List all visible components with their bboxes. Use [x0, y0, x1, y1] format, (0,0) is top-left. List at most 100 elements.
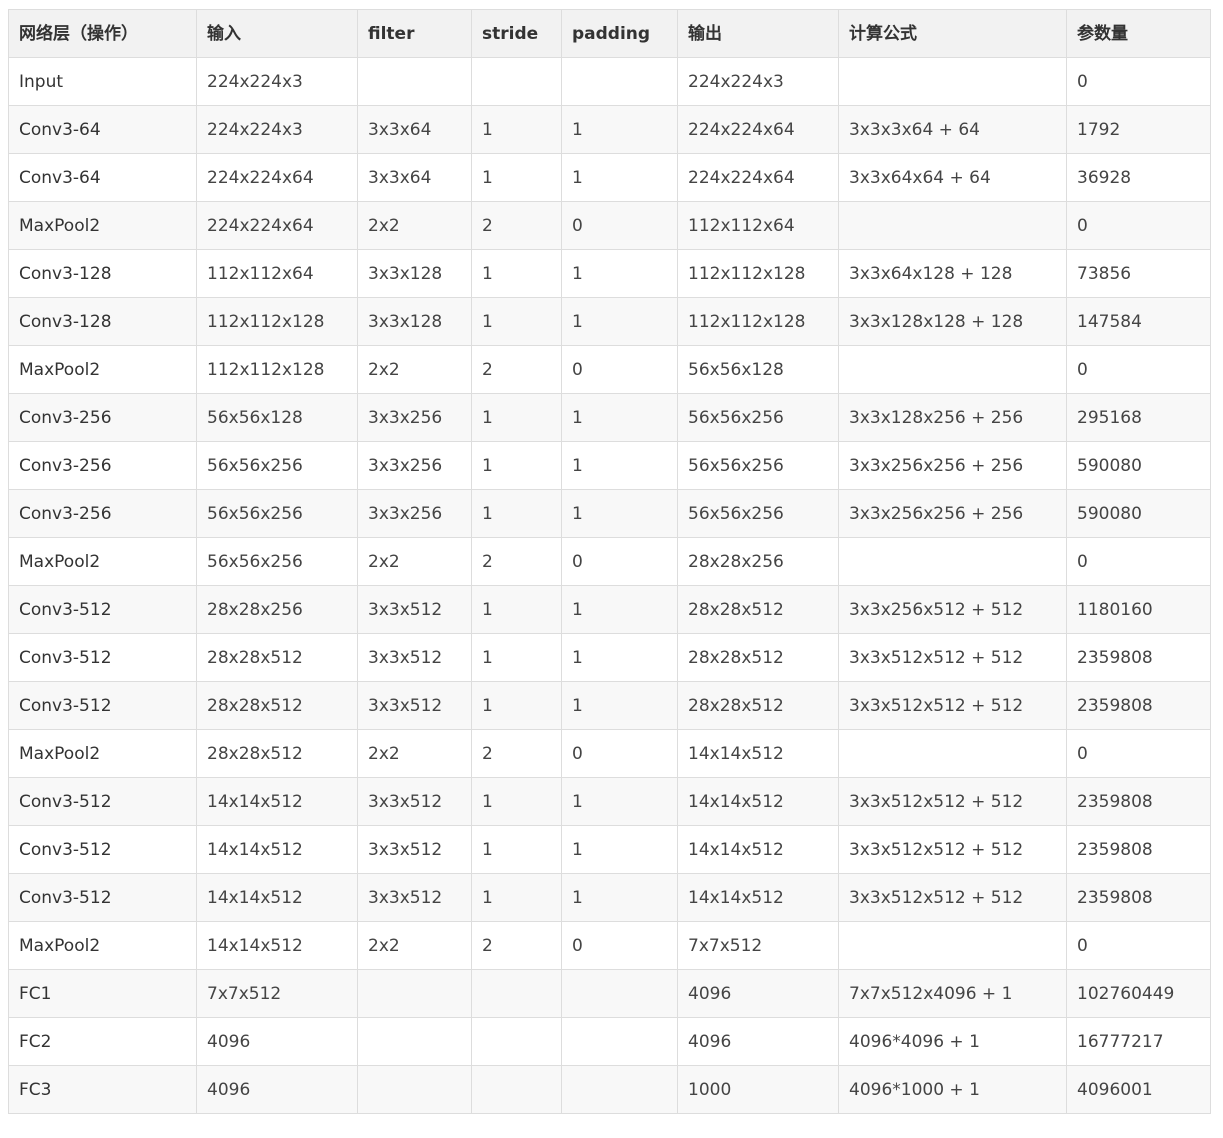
formula-cell [838, 537, 1067, 586]
output-cell: 1000 [677, 1065, 839, 1114]
param-count-cell: 0 [1066, 921, 1211, 970]
padding-cell: 0 [561, 201, 678, 250]
stride-cell: 1 [471, 489, 562, 538]
table-row: Conv3-512 28x28x512 3x3x512 1 1 28x28x512 3x3x… [8, 681, 1211, 730]
param-count-cell: 590080 [1066, 489, 1211, 538]
layer-cell: FC2 [8, 1017, 197, 1066]
output-cell: 28x28x256 [677, 537, 839, 586]
padding-cell: 1 [561, 441, 678, 490]
padding-cell: 0 [561, 729, 678, 778]
param-count-cell: 0 [1066, 201, 1211, 250]
param-count-cell: 2359808 [1066, 633, 1211, 682]
param-count-cell: 102760449 [1066, 969, 1211, 1018]
input-cell: 4096 [196, 1017, 358, 1066]
header-param-count: 参数量 [1066, 9, 1211, 58]
input-cell: 112x112x64 [196, 249, 358, 298]
formula-cell: 3x3x3x64 + 64 [838, 105, 1067, 154]
output-cell: 112x112x128 [677, 249, 839, 298]
header-formula: 计算公式 [838, 9, 1067, 58]
filter-cell [357, 969, 472, 1018]
table-row: Conv3-512 14x14x512 3x3x512 1 1 14x14x512 3x3x… [8, 777, 1211, 826]
formula-cell [838, 345, 1067, 394]
input-cell: 28x28x512 [196, 633, 358, 682]
filter-cell: 3x3x512 [357, 873, 472, 922]
padding-cell: 1 [561, 681, 678, 730]
formula-cell: 4096*1000 + 1 [838, 1065, 1067, 1114]
table-header: 网络层（操作） 输入 filter stride padding 输出 计算公式… [8, 9, 1211, 58]
layer-cell: Conv3-64 [8, 105, 197, 154]
padding-cell: 1 [561, 393, 678, 442]
param-count-cell: 16777217 [1066, 1017, 1211, 1066]
formula-cell: 3x3x256x256 + 256 [838, 441, 1067, 490]
param-count-cell: 590080 [1066, 441, 1211, 490]
formula-cell: 3x3x512x512 + 512 [838, 777, 1067, 826]
output-cell: 224x224x64 [677, 105, 839, 154]
stride-cell: 1 [471, 249, 562, 298]
filter-cell [357, 1017, 472, 1066]
header-layer: 网络层（操作） [8, 9, 197, 58]
table-body: Input 224x224x3 224x224x3 0 Conv3-64 224x224x… [8, 57, 1211, 1114]
filter-cell: 3x3x64 [357, 153, 472, 202]
padding-cell: 1 [561, 585, 678, 634]
filter-cell: 3x3x128 [357, 249, 472, 298]
table-row: Conv3-512 14x14x512 3x3x512 1 1 14x14x512 3x3x… [8, 825, 1211, 874]
layer-cell: Conv3-512 [8, 777, 197, 826]
stride-cell: 2 [471, 201, 562, 250]
input-cell: 224x224x3 [196, 105, 358, 154]
padding-cell: 1 [561, 297, 678, 346]
stride-cell: 1 [471, 633, 562, 682]
header-output: 输出 [677, 9, 839, 58]
formula-cell: 3x3x512x512 + 512 [838, 873, 1067, 922]
table-row: Conv3-128 112x112x64 3x3x128 1 1 112x112x128 3… [8, 249, 1211, 298]
padding-cell: 1 [561, 633, 678, 682]
param-count-cell: 2359808 [1066, 777, 1211, 826]
padding-cell [561, 969, 678, 1018]
input-cell: 56x56x128 [196, 393, 358, 442]
filter-cell: 2x2 [357, 537, 472, 586]
filter-cell: 3x3x256 [357, 441, 472, 490]
stride-cell: 1 [471, 441, 562, 490]
padding-cell: 1 [561, 873, 678, 922]
filter-cell: 3x3x128 [357, 297, 472, 346]
table-row: MaxPool2 14x14x512 2x2 2 0 7x7x512 0 [8, 921, 1211, 970]
output-cell: 14x14x512 [677, 729, 839, 778]
layer-cell: Conv3-64 [8, 153, 197, 202]
padding-cell [561, 1065, 678, 1114]
output-cell: 112x112x128 [677, 297, 839, 346]
output-cell: 56x56x256 [677, 489, 839, 538]
input-cell: 14x14x512 [196, 873, 358, 922]
padding-cell: 1 [561, 153, 678, 202]
filter-cell: 3x3x512 [357, 681, 472, 730]
table-row: Conv3-256 56x56x256 3x3x256 1 1 56x56x256 3x3x… [8, 489, 1211, 538]
stride-cell: 1 [471, 297, 562, 346]
formula-cell: 7x7x512x4096 + 1 [838, 969, 1067, 1018]
table-row: FC2 4096 4096 4096*4096 + 1 16777217 [8, 1017, 1211, 1066]
param-count-cell: 0 [1066, 537, 1211, 586]
padding-cell [561, 1017, 678, 1066]
output-cell: 56x56x256 [677, 393, 839, 442]
table-row: MaxPool2 28x28x512 2x2 2 0 14x14x512 0 [8, 729, 1211, 778]
param-count-cell: 0 [1066, 57, 1211, 106]
filter-cell: 3x3x512 [357, 825, 472, 874]
header-filter: filter [357, 9, 472, 58]
stride-cell: 1 [471, 585, 562, 634]
input-cell: 112x112x128 [196, 345, 358, 394]
param-count-cell: 295168 [1066, 393, 1211, 442]
vgg16-parameter-table: 网络层（操作） 输入 filter stride padding 输出 计算公式… [8, 9, 1211, 1114]
stride-cell: 2 [471, 729, 562, 778]
formula-cell: 3x3x512x512 + 512 [838, 681, 1067, 730]
formula-cell [838, 921, 1067, 970]
output-cell: 14x14x512 [677, 873, 839, 922]
input-cell: 14x14x512 [196, 825, 358, 874]
layer-cell: FC1 [8, 969, 197, 1018]
input-cell: 4096 [196, 1065, 358, 1114]
param-count-cell: 147584 [1066, 297, 1211, 346]
param-count-cell: 2359808 [1066, 681, 1211, 730]
formula-cell: 3x3x512x512 + 512 [838, 825, 1067, 874]
vgg16-parameter-table-container: 网络层（操作） 输入 filter stride padding 输出 计算公式… [8, 9, 1211, 1114]
output-cell: 224x224x64 [677, 153, 839, 202]
input-cell: 14x14x512 [196, 777, 358, 826]
output-cell: 56x56x128 [677, 345, 839, 394]
header-input: 输入 [196, 9, 358, 58]
output-cell: 4096 [677, 1017, 839, 1066]
